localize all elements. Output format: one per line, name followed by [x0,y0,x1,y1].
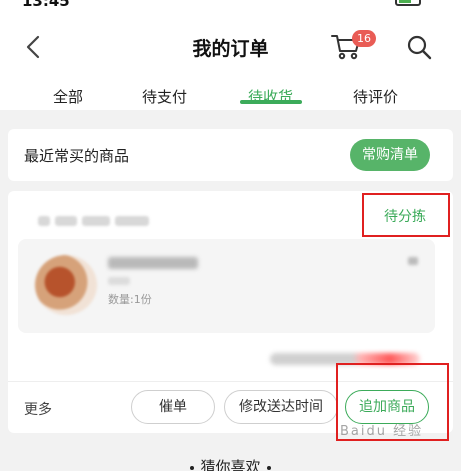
watermark: Baidu 经验 [340,424,424,439]
dot-icon [190,465,195,470]
tab-to-review[interactable]: 待评价 [353,86,398,107]
search-button[interactable] [406,34,434,62]
active-tab-indicator [240,100,302,104]
order-card: 待分拣 数量:1份 更多 催单 修改送达时间 追加商品 [8,191,453,441]
product-quantity: 数量:1份 [108,293,152,306]
product-price-redacted [408,257,418,265]
tab-all[interactable]: 全部 [53,86,83,107]
recommendations-label: 猜你喜欢 [200,458,261,471]
product-item[interactable]: 数量:1份 [18,239,435,333]
more-actions-link[interactable]: 更多 [24,399,52,419]
search-icon [407,35,432,60]
product-image [35,255,97,315]
top-header: 我的订单 16 全部 待支付 待收货 待评价 [0,14,461,110]
battery-icon [395,0,421,6]
change-delivery-time-button[interactable]: 修改送达时间 [224,390,338,424]
frequent-purchases-bar: 最近常买的商品 常购清单 [8,129,453,181]
status-time: 13:45 [22,0,70,10]
store-name-redacted [38,211,178,226]
order-tabs: 全部 待支付 待收货 待评价 [0,84,461,118]
cart-count-badge: 16 [352,30,376,47]
dot-icon [266,465,271,470]
tab-to-pay[interactable]: 待支付 [142,86,187,107]
frequent-purchases-label: 最近常买的商品 [24,147,130,165]
status-bar: 13:45 [0,0,461,14]
frequent-list-button[interactable]: 常购清单 [350,139,430,171]
recommendations-title: 猜你喜欢 [0,456,461,471]
product-spec-redacted [108,277,130,285]
page-title: 我的订单 [192,38,269,60]
order-status: 待分拣 [384,209,426,225]
product-name-redacted [108,257,198,269]
urge-order-button[interactable]: 催单 [131,390,215,424]
